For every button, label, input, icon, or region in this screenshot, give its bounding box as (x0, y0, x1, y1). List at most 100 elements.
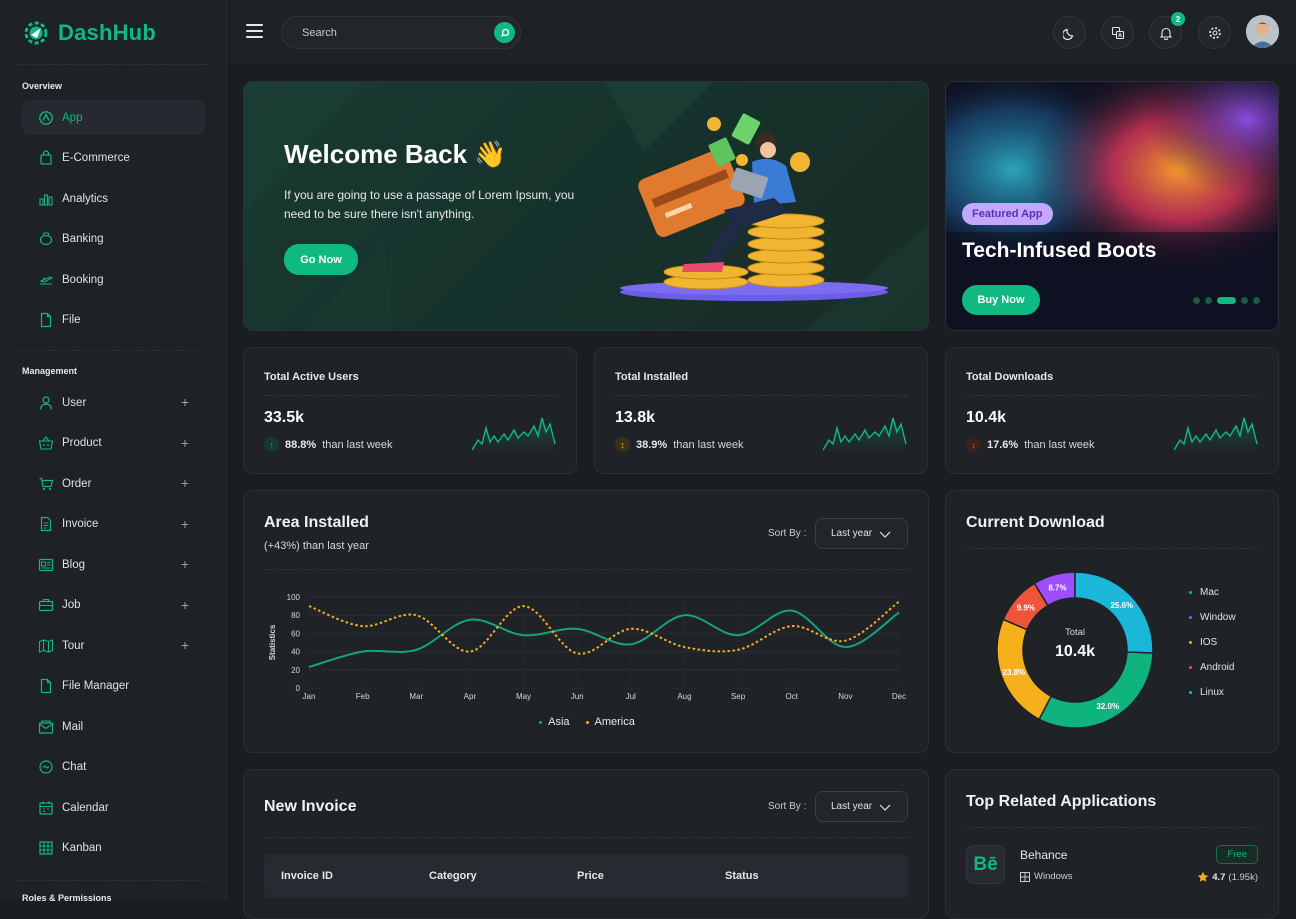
brand-logo[interactable]: DashHub (22, 19, 156, 47)
sidebar-item-label: Tour (62, 639, 85, 652)
map-icon (38, 638, 54, 653)
app-list-item[interactable]: Bē Behance Windows Free 4.7 (1.95k) (966, 845, 1258, 885)
apps-title: Top Related Applications (966, 793, 1157, 810)
sidebar-item-job[interactable]: Job + (22, 588, 205, 623)
stat-change-suffix: than last week (322, 438, 393, 451)
donut-slice-mac[interactable] (1038, 651, 1154, 729)
column-header[interactable]: Price (560, 870, 708, 882)
donut-slice-label: 23.8% (1002, 668, 1025, 677)
stat-value: 33.5k (264, 409, 305, 426)
stat-title: Total Installed (615, 371, 689, 383)
theme-toggle-button[interactable] (1053, 16, 1086, 49)
sidebar-item-e-commerce[interactable]: E-Commerce (22, 141, 205, 176)
sidebar-item-booking[interactable]: Booking (22, 262, 205, 297)
sidebar-item-calendar[interactable]: Calendar (22, 790, 205, 825)
carousel-dot[interactable] (1241, 297, 1248, 304)
expand-plus-icon[interactable]: + (181, 597, 189, 613)
sidebar-item-file[interactable]: File (22, 303, 205, 338)
sidebar-item-tour[interactable]: Tour + (22, 628, 205, 663)
search-input[interactable] (302, 17, 482, 48)
featured-tag: Featured App (962, 203, 1053, 225)
column-header[interactable]: Status (708, 870, 856, 882)
stat-change-percent: 88.8% (285, 438, 317, 451)
bell-icon (1159, 27, 1172, 40)
area-title: Area Installed (264, 514, 369, 531)
donut-center-label: Total (1064, 627, 1086, 638)
sidebar-item-mail[interactable]: Mail (22, 709, 205, 744)
carousel-dot-active[interactable] (1217, 297, 1236, 304)
expand-plus-icon[interactable]: + (181, 516, 189, 532)
x-tick-label: Apr (464, 692, 477, 701)
sidebar-item-label: File (62, 314, 81, 326)
sidebar-item-user[interactable]: User + (22, 385, 205, 420)
stat-change: ↑ 88.8% than last week (264, 437, 393, 452)
legend-label: Linux (1200, 687, 1224, 698)
carousel-dot[interactable] (1253, 297, 1260, 304)
legend-item[interactable]: IOS (1189, 637, 1236, 648)
sidebar-item-invoice[interactable]: Invoice + (22, 507, 205, 542)
carousel-dot[interactable] (1193, 297, 1200, 304)
legend-item[interactable]: America (585, 716, 635, 728)
search-button[interactable] (494, 22, 515, 43)
nav-icon (38, 638, 54, 654)
legend-item[interactable]: Window (1189, 612, 1236, 623)
search-icon (500, 28, 509, 37)
expand-plus-icon[interactable]: + (181, 637, 189, 653)
area-installed-card: Area Installed (+43%) than last year Sor… (243, 490, 929, 753)
carousel-dot[interactable] (1205, 297, 1212, 304)
sidebar-item-kanban[interactable]: Kanban (22, 831, 205, 866)
featured-app-card[interactable]: Featured App Tech-Infused Boots Buy Now (945, 81, 1279, 331)
column-header[interactable]: Category (412, 870, 560, 882)
donut-slice-linux[interactable] (1074, 571, 1154, 654)
sidebar-item-blog[interactable]: Blog + (22, 547, 205, 582)
stat-change-suffix: than last week (673, 438, 744, 451)
sidebar-item-analytics[interactable]: Analytics (22, 181, 205, 216)
donut-legend: Mac Window IOS Android Linux (1189, 587, 1236, 698)
sidebar-item-label: File Manager (62, 680, 130, 692)
legend-label: IOS (1200, 637, 1218, 648)
stat-card: Total Installed 13.8k ↕ 38.9% than last week (594, 347, 928, 474)
y-tick-label: 60 (291, 629, 300, 638)
sort-select[interactable]: Last year (815, 791, 908, 822)
sidebar-item-file-manager[interactable]: File Manager (22, 669, 205, 704)
sidebar-item-app[interactable]: App (22, 100, 205, 135)
expand-plus-icon[interactable]: + (181, 435, 189, 451)
go-now-button[interactable]: Go Now (284, 244, 358, 275)
app-price-badge: Free (1216, 845, 1258, 864)
language-button[interactable] (1101, 16, 1134, 49)
nav-icon (38, 272, 54, 288)
stat-value: 13.8k (615, 409, 656, 426)
column-header[interactable]: Invoice ID (264, 870, 412, 882)
x-tick-label: Jul (626, 692, 636, 701)
divider (18, 64, 208, 65)
sort-select[interactable]: Last year (815, 518, 908, 549)
notifications-button[interactable]: 2 (1149, 12, 1185, 49)
legend-label: Asia (548, 716, 570, 728)
avatar[interactable] (1246, 15, 1279, 48)
donut-center-value: 10.4k (1054, 643, 1096, 660)
x-tick-label: May (516, 692, 531, 701)
gear-icon (1208, 26, 1221, 39)
basket-icon (38, 436, 54, 450)
expand-plus-icon[interactable]: + (181, 475, 189, 491)
stat-title: Total Downloads (966, 371, 1054, 383)
user-avatar-icon (1246, 15, 1279, 48)
sidebar-item-product[interactable]: Product + (22, 426, 205, 461)
y-tick-label: 100 (287, 593, 301, 602)
buy-now-button[interactable]: Buy Now (962, 285, 1040, 315)
legend-item[interactable]: Mac (1189, 587, 1236, 598)
menu-toggle-button[interactable] (246, 24, 263, 38)
legend-item[interactable]: Asia (539, 716, 570, 728)
sidebar-item-chat[interactable]: Chat (22, 750, 205, 785)
legend-item[interactable]: Android (1189, 662, 1236, 673)
sidebar-item-order[interactable]: Order + (22, 466, 205, 501)
settings-button[interactable] (1198, 16, 1231, 49)
sidebar-item-banking[interactable]: Banking (22, 222, 205, 257)
expand-plus-icon[interactable]: + (181, 556, 189, 572)
divider (966, 827, 1258, 828)
legend-item[interactable]: Linux (1189, 687, 1236, 698)
section-title-roles: Roles & Permissions (22, 893, 112, 903)
expand-plus-icon[interactable]: + (181, 394, 189, 410)
sort-value: Last year (831, 528, 873, 539)
section-title-management: Management (22, 366, 78, 376)
